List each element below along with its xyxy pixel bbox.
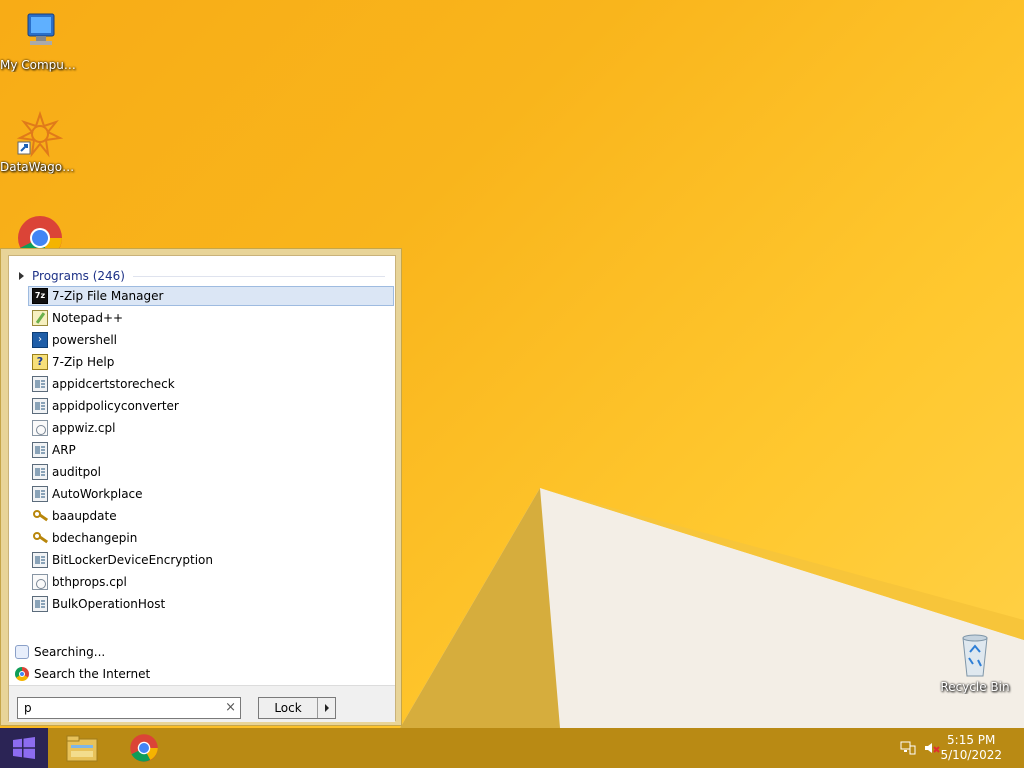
search-links: Searching... Search the Internet — [15, 642, 150, 686]
search-area: p × Lock — [9, 685, 395, 722]
key-icon — [32, 530, 48, 546]
datawagon-icon — [16, 110, 64, 158]
program-label: appidcertstorecheck — [52, 377, 175, 391]
search-input[interactable]: p × — [17, 697, 241, 719]
taskbar-file-explorer[interactable] — [54, 728, 110, 768]
divider — [132, 275, 385, 277]
program-item-appidcertstorecheck[interactable]: appidcertstorecheck — [28, 374, 394, 394]
program-item-7zip-file-manager[interactable]: 7z 7-Zip File Manager — [28, 286, 394, 306]
program-item-appwiz-cpl[interactable]: appwiz.cpl — [28, 418, 394, 438]
network-icon[interactable] — [900, 741, 916, 755]
program-item-baaupdate[interactable]: baaupdate — [28, 506, 394, 526]
desktop-icon-label: DataWagon... — [0, 160, 80, 174]
program-item-7zip-help[interactable]: ? 7-Zip Help — [28, 352, 394, 372]
clock-time: 5:15 PM — [947, 733, 996, 747]
cpl-icon — [32, 420, 48, 436]
app-icon — [32, 442, 48, 458]
search-status-icon — [15, 645, 29, 659]
search-internet-label: Search the Internet — [34, 667, 151, 681]
programs-header-label: Programs (246) — [32, 269, 125, 283]
desktop-icon-recycle-bin[interactable]: Recycle Bin — [935, 630, 1015, 694]
program-label: powershell — [52, 333, 117, 347]
program-label: appidpolicyconverter — [52, 399, 179, 413]
taskbar-chrome[interactable] — [116, 728, 172, 768]
help-icon: ? — [32, 354, 48, 370]
computer-icon — [16, 8, 64, 56]
program-item-bulkoperationhost[interactable]: BulkOperationHost — [28, 594, 394, 614]
program-label: BulkOperationHost — [52, 597, 166, 611]
app-icon — [32, 398, 48, 414]
windows-logo-icon — [13, 737, 35, 759]
program-item-bitlockerdeviceencryption[interactable]: BitLockerDeviceEncryption — [28, 550, 394, 570]
program-label: AutoWorkplace — [52, 487, 143, 501]
program-label: auditpol — [52, 465, 101, 479]
desktop-icon-datawagon[interactable]: DataWagon... — [0, 110, 80, 174]
app-icon — [32, 464, 48, 480]
program-label: 7-Zip Help — [52, 355, 115, 369]
clock-date: 5/10/2022 — [940, 748, 1002, 762]
folder-icon — [66, 735, 98, 762]
start-menu: Programs (246) 7z 7-Zip File Manager Not… — [0, 248, 402, 726]
power-options-arrow[interactable] — [318, 698, 335, 718]
programs-header[interactable]: Programs (246) — [19, 269, 385, 283]
start-button[interactable] — [0, 728, 48, 768]
program-item-bthprops-cpl[interactable]: bthprops.cpl — [28, 572, 394, 592]
powershell-icon: › — [32, 332, 48, 348]
app-icon — [32, 596, 48, 612]
start-menu-panel: Programs (246) 7z 7-Zip File Manager Not… — [8, 255, 396, 722]
program-label: Notepad++ — [52, 311, 124, 325]
program-label: bthprops.cpl — [52, 575, 127, 589]
program-item-notepadpp[interactable]: Notepad++ — [28, 308, 394, 328]
program-item-bdechangepin[interactable]: bdechangepin — [28, 528, 394, 548]
desktop-icon-label: Recycle Bin — [940, 680, 1010, 694]
volume-muted-icon[interactable] — [924, 741, 940, 755]
chrome-icon — [130, 734, 158, 762]
program-item-autoworkplace[interactable]: AutoWorkplace — [28, 484, 394, 504]
notepadpp-icon — [32, 310, 48, 326]
app-icon — [32, 376, 48, 392]
clear-search-icon[interactable]: × — [225, 698, 236, 718]
system-tray: 5:15 PM 5/10/2022 — [884, 728, 1024, 768]
chrome-icon — [15, 667, 29, 681]
program-item-appidpolicyconverter[interactable]: appidpolicyconverter — [28, 396, 394, 416]
searching-status: Searching... — [15, 642, 150, 662]
searching-label: Searching... — [34, 645, 106, 659]
key-icon — [32, 508, 48, 524]
app-icon — [32, 552, 48, 568]
program-label: baaupdate — [52, 509, 117, 523]
lock-split-button: Lock — [258, 697, 336, 719]
desktop-icon-label: My Computer — [0, 58, 80, 72]
7zip-icon: 7z — [32, 288, 48, 304]
program-item-powershell[interactable]: › powershell — [28, 330, 394, 350]
program-label: 7-Zip File Manager — [52, 289, 164, 303]
search-input-value: p — [24, 701, 32, 715]
lock-button[interactable]: Lock — [259, 698, 318, 718]
program-item-auditpol[interactable]: auditpol — [28, 462, 394, 482]
chevron-right-icon — [324, 704, 329, 712]
program-label: BitLockerDeviceEncryption — [52, 553, 213, 567]
program-list: 7z 7-Zip File Manager Notepad++ › powers… — [28, 286, 394, 616]
clock[interactable]: 5:15 PM 5/10/2022 — [940, 733, 1002, 763]
taskbar: 5:15 PM 5/10/2022 — [0, 728, 1024, 768]
program-label: ARP — [52, 443, 76, 457]
recycle-bin-icon — [951, 630, 999, 678]
search-internet-link[interactable]: Search the Internet — [15, 664, 150, 684]
app-icon — [32, 486, 48, 502]
expand-arrow-icon — [19, 272, 24, 280]
program-item-arp[interactable]: ARP — [28, 440, 394, 460]
cpl-icon — [32, 574, 48, 590]
program-label: appwiz.cpl — [52, 421, 116, 435]
program-label: bdechangepin — [52, 531, 138, 545]
desktop-icon-my-computer[interactable]: My Computer — [0, 8, 80, 72]
